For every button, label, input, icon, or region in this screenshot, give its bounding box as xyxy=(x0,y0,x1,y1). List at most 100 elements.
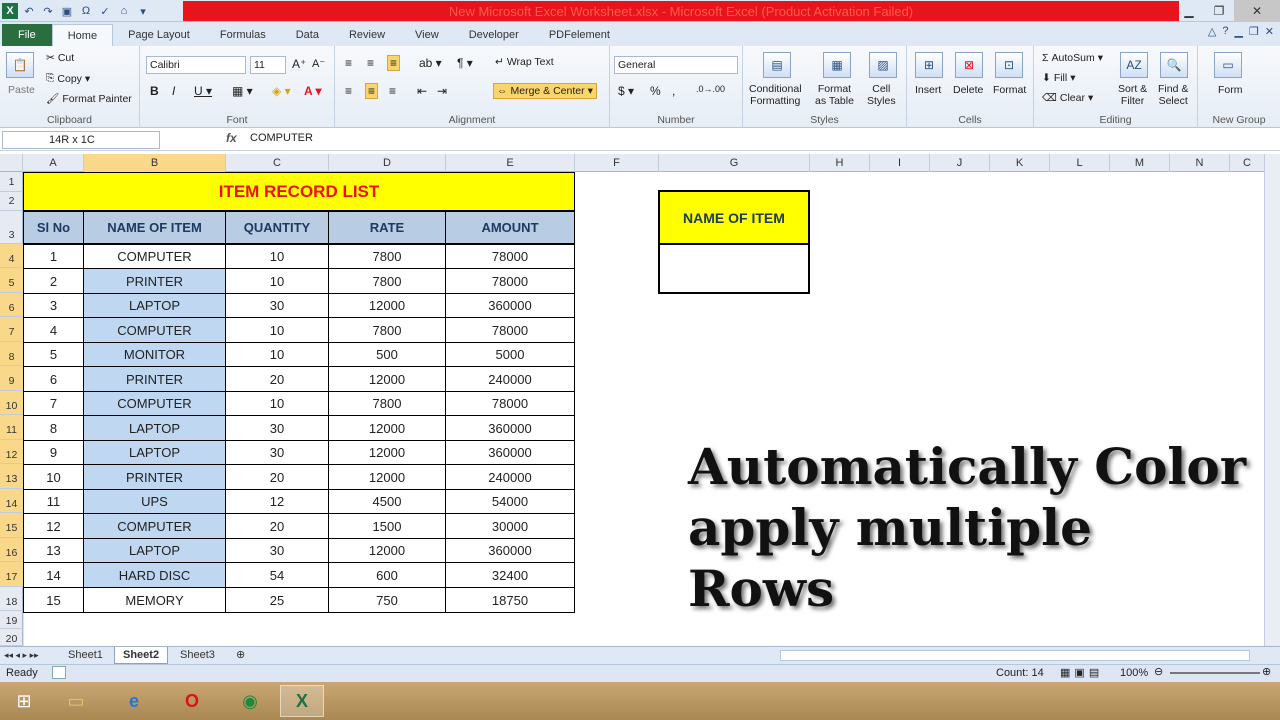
table-cell[interactable]: 360000 xyxy=(445,415,575,441)
tab-file[interactable]: File xyxy=(2,24,52,46)
font-name-select[interactable]: Calibri xyxy=(146,56,246,74)
sheet-tab[interactable]: Sheet3 xyxy=(172,647,223,664)
form-icon[interactable]: ▭ xyxy=(1214,52,1242,78)
table-cell[interactable]: 750 xyxy=(328,587,446,613)
insert-button[interactable]: Insert xyxy=(915,84,941,96)
format-cells-icon[interactable]: ⊡ xyxy=(995,52,1023,78)
table-cell[interactable]: 7800 xyxy=(328,317,446,343)
sheet-tab[interactable]: Sheet1 xyxy=(60,647,111,664)
column-header[interactable]: N xyxy=(1170,154,1230,172)
insert-function-icon[interactable]: fx xyxy=(226,131,237,145)
table-cell[interactable]: 600 xyxy=(328,562,446,588)
fill-button[interactable]: ⬇ Fill ▾ xyxy=(1042,72,1076,84)
paste-icon[interactable]: 📋 xyxy=(6,52,34,78)
table-cell[interactable]: 30000 xyxy=(445,513,575,539)
top-align-icon[interactable]: ≡ xyxy=(345,56,352,70)
table-cell[interactable]: 32400 xyxy=(445,562,575,588)
column-header[interactable]: C xyxy=(226,154,329,172)
middle-align-icon[interactable]: ≡ xyxy=(367,56,374,70)
name-box[interactable]: 14R x 1C xyxy=(2,131,160,149)
table-cell[interactable]: 13 xyxy=(23,538,84,563)
table-cell[interactable]: 10 xyxy=(23,464,84,490)
borders-icon[interactable]: ▦ ▾ xyxy=(232,84,253,98)
tab-formulas[interactable]: Formulas xyxy=(205,24,281,46)
copy-button[interactable]: ⎘ Copy ▾ xyxy=(46,72,90,85)
font-size-select[interactable]: 11 xyxy=(250,56,286,74)
wrap-text-button[interactable]: ↵ Wrap Text xyxy=(495,56,554,68)
delete-button[interactable]: Delete xyxy=(953,84,983,96)
column-header[interactable]: E xyxy=(446,154,575,172)
orientation-icon[interactable]: ab ▾ xyxy=(419,56,442,70)
redo-icon[interactable]: ↷ xyxy=(40,3,56,19)
row-header[interactable]: 16 xyxy=(0,538,23,562)
table-cell[interactable]: 30 xyxy=(225,415,329,441)
align-left-icon[interactable]: ≡ xyxy=(345,84,352,98)
table-cell[interactable]: 240000 xyxy=(445,366,575,392)
column-header[interactable]: H xyxy=(810,154,870,172)
sheet-tab-active[interactable]: Sheet2 xyxy=(114,647,169,664)
table-cell[interactable]: 54000 xyxy=(445,489,575,514)
text-direction-icon[interactable]: ¶ ▾ xyxy=(457,56,473,70)
horizontal-scrollbar[interactable] xyxy=(780,650,1250,661)
table-title[interactable]: ITEM RECORD LIST xyxy=(23,172,575,211)
row-header[interactable]: 8 xyxy=(0,342,23,366)
conditional-formatting-icon[interactable]: ▤ xyxy=(763,52,791,78)
italic-icon[interactable]: I xyxy=(172,84,175,98)
row-header[interactable]: 6 xyxy=(0,293,23,317)
row-header[interactable]: 9 xyxy=(0,366,23,391)
row-header[interactable]: 11 xyxy=(0,415,23,440)
excel-app-icon[interactable]: X xyxy=(2,3,18,19)
table-cell[interactable]: COMPUTER xyxy=(83,244,226,269)
excel-taskbar-icon[interactable]: X xyxy=(280,685,324,717)
column-header[interactable]: F xyxy=(575,154,659,172)
table-cell[interactable]: 78000 xyxy=(445,244,575,269)
table-header-cell[interactable]: AMOUNT xyxy=(445,211,575,244)
bottom-align-icon[interactable]: ≡ xyxy=(387,55,401,71)
table-cell[interactable]: 4 xyxy=(23,317,84,343)
normal-view-icon[interactable]: ▦ xyxy=(1060,666,1070,679)
zoom-slider[interactable] xyxy=(1170,672,1260,674)
column-header[interactable]: K xyxy=(990,154,1050,172)
table-cell[interactable]: 12 xyxy=(23,513,84,539)
table-header-cell[interactable]: RATE xyxy=(328,211,446,244)
row-header[interactable]: 5 xyxy=(0,268,23,293)
table-cell[interactable]: 5 xyxy=(23,342,84,367)
table-cell[interactable]: 12000 xyxy=(328,464,446,490)
table-cell[interactable]: LAPTOP xyxy=(83,440,226,465)
close-icon[interactable]: ✕ xyxy=(1234,0,1280,22)
table-cell[interactable]: 7800 xyxy=(328,268,446,294)
row-header[interactable]: 3 xyxy=(0,211,23,244)
find-select-button[interactable]: Find & Select xyxy=(1158,83,1188,107)
insert-sheet-icon[interactable]: ⊕ xyxy=(228,647,253,664)
tab-view[interactable]: View xyxy=(400,24,454,46)
table-cell[interactable]: 360000 xyxy=(445,440,575,465)
table-cell[interactable]: 500 xyxy=(328,342,446,367)
side-box-value[interactable] xyxy=(658,243,810,294)
tab-review[interactable]: Review xyxy=(334,24,400,46)
table-cell[interactable]: 2 xyxy=(23,268,84,294)
table-cell[interactable]: PRINTER xyxy=(83,464,226,490)
column-header[interactable]: J xyxy=(930,154,990,172)
row-header[interactable]: 12 xyxy=(0,440,23,464)
row-header[interactable]: 18 xyxy=(0,587,23,611)
row-header[interactable]: 1 xyxy=(0,172,23,192)
column-header[interactable]: A xyxy=(23,154,84,172)
zoom-level[interactable]: 100% xyxy=(1120,667,1148,679)
zoom-in-icon[interactable]: ⊕ xyxy=(1262,665,1271,678)
table-cell[interactable]: 20 xyxy=(225,464,329,490)
table-cell[interactable]: PRINTER xyxy=(83,268,226,294)
table-cell[interactable]: PRINTER xyxy=(83,366,226,392)
table-cell[interactable]: 1500 xyxy=(328,513,446,539)
align-right-icon[interactable]: ≡ xyxy=(389,84,396,98)
column-header[interactable]: B xyxy=(84,154,226,172)
table-cell[interactable]: 20 xyxy=(225,513,329,539)
tab-developer[interactable]: Developer xyxy=(454,24,534,46)
table-cell[interactable]: 18750 xyxy=(445,587,575,613)
find-select-icon[interactable]: 🔍 xyxy=(1160,52,1188,78)
table-cell[interactable]: LAPTOP xyxy=(83,538,226,563)
row-header[interactable]: 13 xyxy=(0,464,23,489)
save-icon[interactable]: ▣ xyxy=(59,3,75,19)
format-painter-qat-icon[interactable]: ⌂ xyxy=(116,3,132,19)
sort-filter-icon[interactable]: AZ xyxy=(1120,52,1148,78)
comma-icon[interactable]: , xyxy=(672,84,675,98)
